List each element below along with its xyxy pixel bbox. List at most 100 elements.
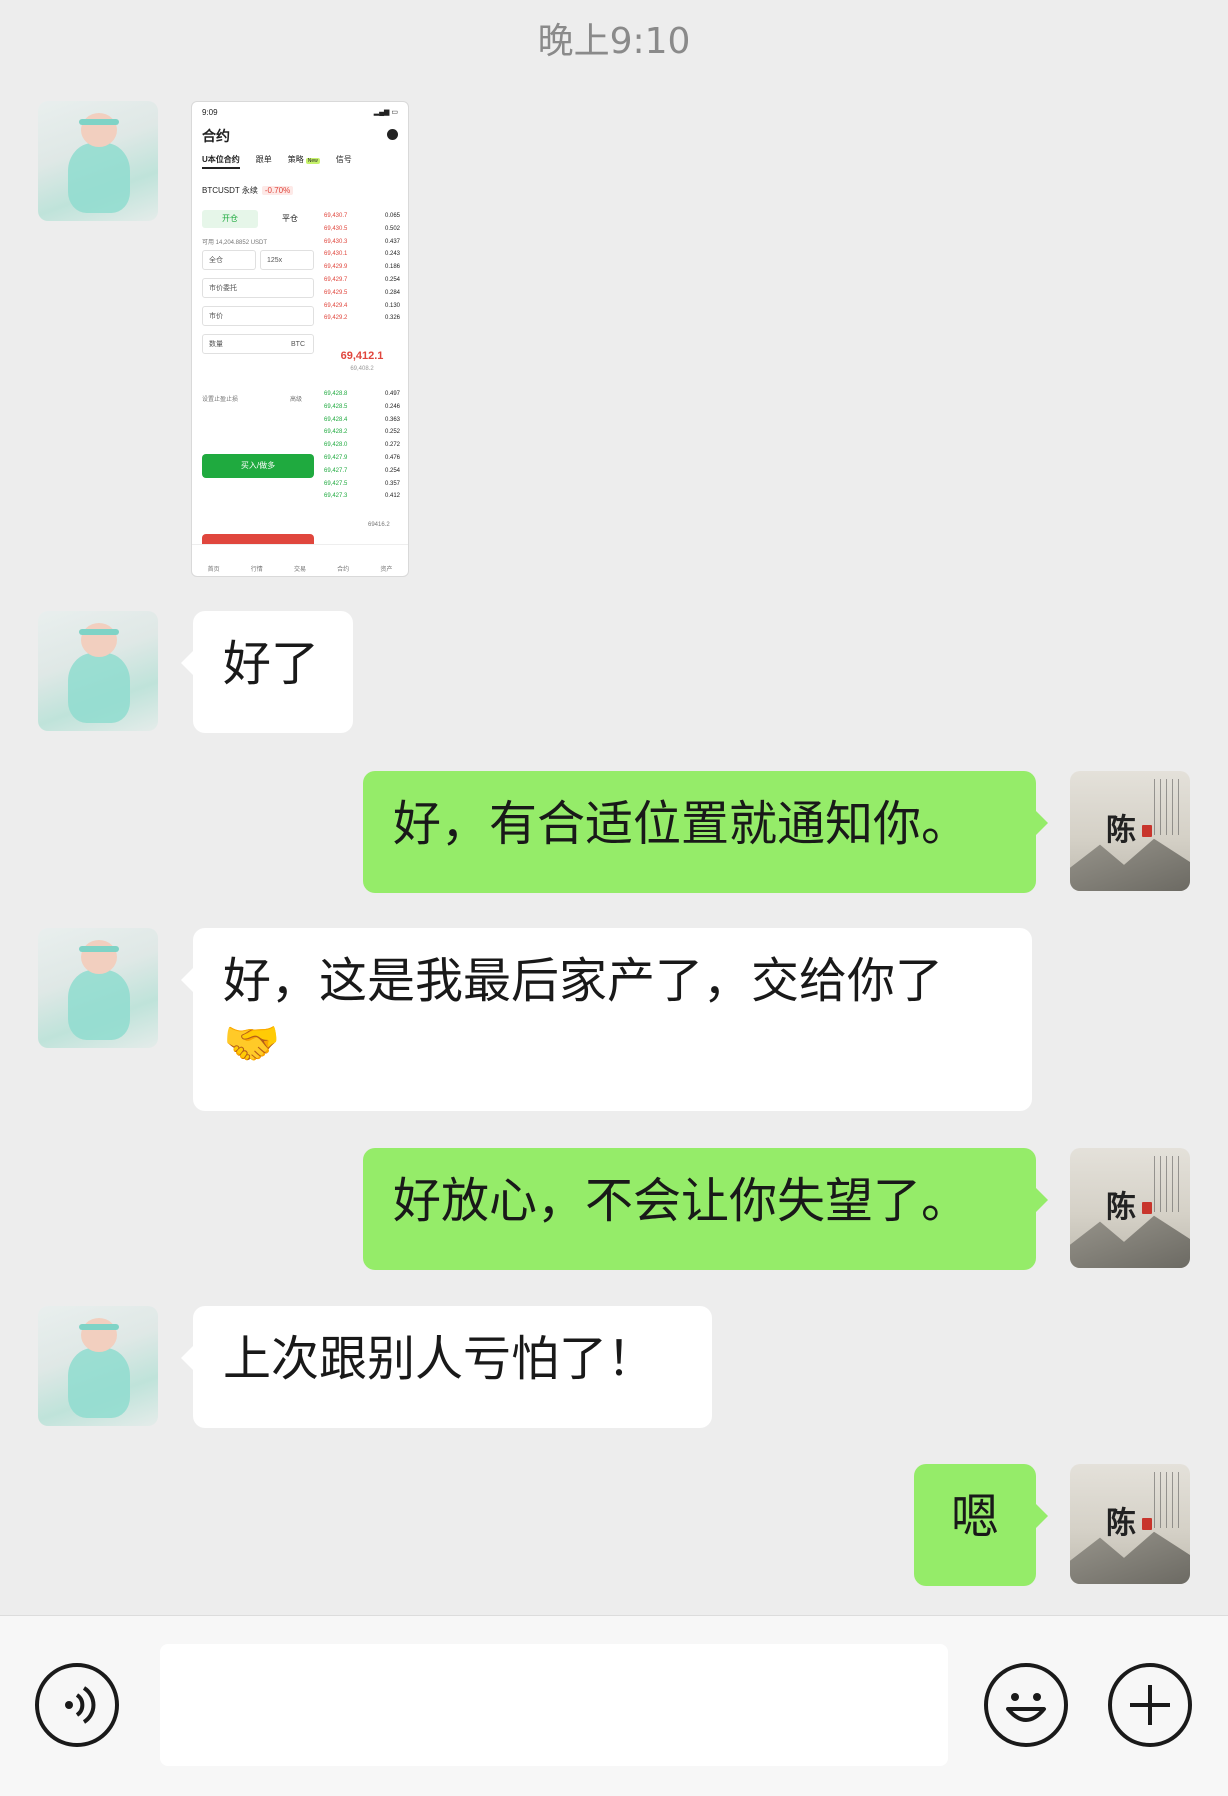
thumb-price-field: 市价 [202,306,314,326]
thumb-orderbook-asks: 69,430.7 0.065 69,430.5 0.502 69,430.3 0.437 6… [324,210,400,325]
avatar-headband [79,629,119,635]
voice-button[interactable] [35,1663,119,1747]
thumb-mid-price: 69,412.1 [340,350,384,362]
self-avatar[interactable]: 陈 [1070,771,1190,891]
orderbook-row: 69,430.5 0.502 [324,223,400,236]
avatar-headband [79,119,119,125]
orderbook-price: 69,427.3 [324,493,348,500]
message-input[interactable] [160,1644,948,1766]
thumb-change-badge: -0.70% [261,186,294,195]
voice-icon [65,1686,96,1724]
orderbook-row: 69,429.7 0.254 [324,274,400,287]
avatar-calligraphy [1154,779,1184,835]
thumb-pair: BTCUSDT 永续 -0.70% [202,185,294,196]
avatar-calligraphy [1154,1472,1184,1528]
orderbook-qty: 0.246 [384,403,400,410]
thumb-tab: U本位合约 [202,154,240,169]
thumb-order-type: 市价委托 [202,278,314,298]
thumb-funding-price: 69416.2 [368,522,390,528]
thumb-mark-price: 69,408.2 [350,366,374,372]
thumb-tab: 策略 New [287,155,320,164]
message-text: 好，这是我最后家产了，交给你了 [223,953,944,1009]
thumb-nav-item: 行情 [250,567,263,573]
orderbook-qty: 0.357 [384,480,400,487]
avatar-seal [1142,1518,1152,1530]
orderbook-price: 69,427.7 [324,467,348,474]
contact-avatar[interactable] [38,611,158,731]
orderbook-price: 69,427.5 [324,480,348,487]
handshake-emoji: 🤝 [223,1016,281,1070]
orderbook-row: 69,428.5 0.246 [324,401,400,414]
avatar-figure [68,1348,130,1418]
more-button[interactable] [1108,1663,1192,1747]
orderbook-qty: 0.254 [384,467,400,474]
orderbook-row: 69,427.5 0.357 [324,478,400,491]
thumb-leverage: 125x [260,250,314,270]
orderbook-row: 69,429.2 0.326 [324,312,400,325]
orderbook-qty: 0.502 [384,225,400,232]
thumb-close-tab: 平仓 [282,214,298,223]
timestamp: 晚上9:10 [537,21,691,62]
thumb-status-time: 9:09 [202,108,218,117]
orderbook-qty: 0.476 [384,454,400,461]
orderbook-price: 69,428.2 [324,429,348,436]
message-bubble[interactable]: 好，这是我最后家产了，交给你了 🤝 [181,928,1032,1111]
self-avatar[interactable]: 陈 [1070,1464,1190,1584]
message-bubble[interactable]: 嗯 [914,1464,1048,1586]
thumb-bottom-nav: 首页 行情 交易 合约 资产 [192,544,408,576]
emoji-button[interactable] [984,1663,1068,1747]
orderbook-price: 69,430.5 [324,225,348,232]
orderbook-row: 69,428.8 0.497 [324,388,400,401]
thumb-advanced: 高级 [290,397,303,403]
orderbook-price: 69,427.9 [324,454,348,461]
avatar-char: 陈 [1106,1506,1136,1541]
orderbook-price: 69,428.5 [324,403,348,410]
thumb-title: 合约 [202,128,230,144]
orderbook-row: 69,427.9 0.476 [324,452,400,465]
thumb-nav-item: 首页 [207,567,220,573]
thumb-nav-item: 资产 [380,567,393,573]
thumb-nav-item: 交易 [293,567,306,573]
orderbook-qty: 0.437 [384,238,400,245]
orderbook-row: 69,429.4 0.130 [324,300,400,313]
avatar-char: 陈 [1106,813,1136,848]
message-bubble[interactable]: 好了 [181,611,353,733]
avatar-seal [1142,1202,1152,1214]
orderbook-price: 69,429.9 [324,264,348,271]
orderbook-qty: 0.252 [384,429,400,436]
orderbook-row: 69,430.1 0.243 [324,248,400,261]
orderbook-price: 69,429.5 [324,289,348,296]
smiley-icon [1006,1693,1046,1722]
orderbook-row: 69,429.5 0.284 [324,287,400,300]
avatar-seal [1142,825,1152,837]
orderbook-qty: 0.363 [384,416,400,423]
orderbook-price: 69,429.2 [324,315,348,322]
thumb-orderbook-bids: 69,428.8 0.497 69,428.5 0.246 69,428.4 0.363 6… [324,388,400,503]
orderbook-qty: 0.326 [384,315,400,322]
avatar-figure [68,970,130,1040]
message-text: 好了 [223,636,320,692]
orderbook-row: 69,428.2 0.252 [324,426,400,439]
thumb-margin-mode: 全仓 [202,250,256,270]
new-badge: New [305,158,320,164]
orderbook-qty: 0.412 [384,493,400,500]
orderbook-qty: 0.130 [384,302,400,309]
message-text: 好，有合适位置就通知你。 [393,796,970,852]
image-message-screenshot[interactable]: 9:09 ▂▄▆ ▭ 合约 U本位合约 跟单 策略 New 信号 BTCUSDT … [191,101,409,577]
orderbook-qty: 0.254 [384,276,400,283]
contact-avatar[interactable] [38,101,158,221]
message-bubble[interactable]: 好放心，不会让你失望了。 [363,1148,1048,1270]
orderbook-row: 69,428.0 0.272 [324,439,400,452]
message-bubble[interactable]: 上次跟别人亏怕了！ [181,1306,712,1428]
message-text: 好放心，不会让你失望了。 [393,1173,970,1229]
avatar-figure [68,653,130,723]
orderbook-qty: 0.284 [384,289,400,296]
contact-avatar[interactable] [38,1306,158,1426]
thumb-sell-button [202,534,314,544]
message-bubble[interactable]: 好，有合适位置就通知你。 [363,771,1048,893]
thumb-open-tab: 开仓 [202,210,258,228]
self-avatar[interactable]: 陈 [1070,1148,1190,1268]
thumb-tabs: U本位合约 跟单 策略 New 信号 [202,154,352,169]
thumb-qty-field: 数量 BTC [202,334,314,354]
contact-avatar[interactable] [38,928,158,1048]
